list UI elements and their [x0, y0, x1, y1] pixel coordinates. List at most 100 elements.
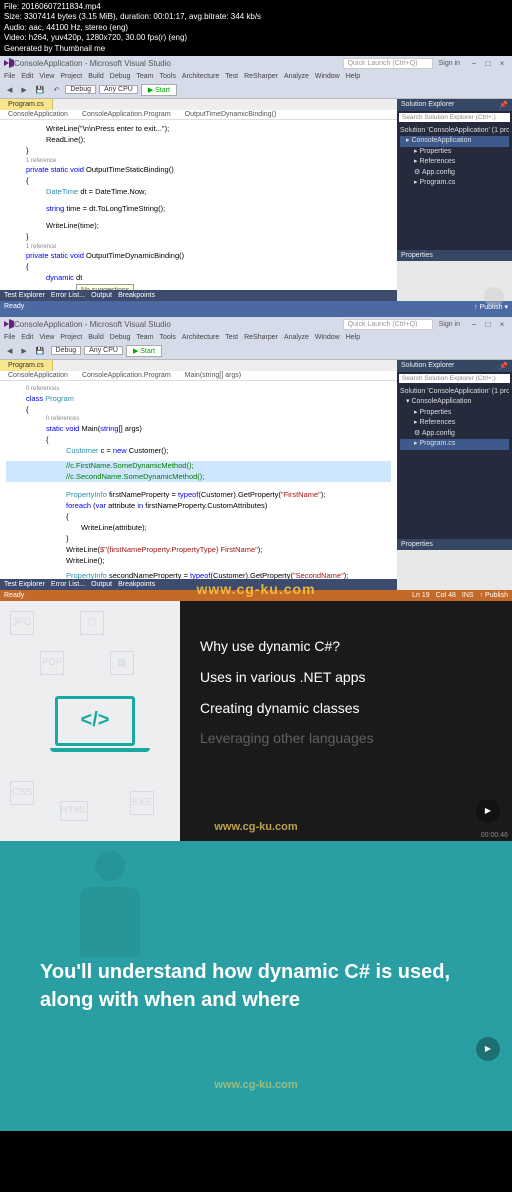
- tab-error-list[interactable]: Error List...: [51, 581, 85, 588]
- tab-breakpoints[interactable]: Breakpoints: [118, 292, 155, 299]
- menu-test[interactable]: Test: [225, 73, 238, 80]
- forward-icon[interactable]: ▶: [18, 346, 29, 356]
- config-dropdown[interactable]: Debug: [65, 85, 96, 94]
- tab-program-cs[interactable]: Program.cs: [0, 99, 53, 110]
- highlighted-line-1: //c.FirstName.SomeDynamicMethod();: [6, 461, 391, 472]
- menu-tools[interactable]: Tools: [160, 334, 176, 341]
- bc-project-2[interactable]: ConsoleApplication: [4, 372, 72, 379]
- se-properties[interactable]: ▸ Properties: [400, 147, 509, 158]
- save-icon[interactable]: 💾: [33, 346, 48, 356]
- forward-icon[interactable]: ▶: [18, 85, 29, 95]
- status-ins: INS: [462, 592, 474, 599]
- close-button-2[interactable]: ×: [496, 319, 508, 329]
- menu-analyze[interactable]: Analyze: [284, 334, 309, 341]
- titlebar-2: ConsoleApplication - Microsoft Visual St…: [0, 317, 512, 332]
- quick-launch-input-2[interactable]: Quick Launch (Ctrl+Q): [343, 319, 433, 330]
- status-ready: Ready: [4, 303, 24, 311]
- menu-view[interactable]: View: [39, 73, 54, 80]
- minimize-button[interactable]: −: [468, 58, 480, 68]
- se-program-cs[interactable]: ▸ Program.cs: [400, 178, 509, 189]
- meta-generator: Generated by Thumbnail me: [4, 44, 508, 54]
- save-icon[interactable]: 💾: [33, 85, 48, 95]
- code-editor[interactable]: WriteLine("\n\nPress enter to exit...");…: [0, 120, 397, 290]
- back-icon[interactable]: ◀: [4, 346, 15, 356]
- tab-error-list[interactable]: Error List...: [51, 292, 85, 299]
- menu-help[interactable]: Help: [346, 73, 360, 80]
- se-project[interactable]: ▸ ConsoleApplication: [400, 136, 509, 147]
- maximize-button[interactable]: □: [482, 58, 494, 68]
- tab-breakpoints[interactable]: Breakpoints: [118, 581, 155, 588]
- se-app-config[interactable]: ⚙ App.config: [400, 429, 509, 440]
- bullet-4: Leveraging other languages: [200, 723, 492, 754]
- platform-dropdown[interactable]: Any CPU: [99, 85, 138, 94]
- menu-resharper[interactable]: ReSharper: [244, 73, 278, 80]
- menu-test[interactable]: Test: [225, 334, 238, 341]
- se-solution[interactable]: Solution 'ConsoleApplication' (1 project…: [400, 126, 509, 137]
- tab-test-explorer[interactable]: Test Explorer: [4, 581, 45, 588]
- se-solution[interactable]: Solution 'ConsoleApplication' (1 project…: [400, 387, 509, 398]
- menu-window[interactable]: Window: [315, 73, 340, 80]
- menu-debug[interactable]: Debug: [110, 334, 131, 341]
- se-search-input[interactable]: Search Solution Explorer (Ctrl+;): [399, 113, 510, 122]
- menu-edit[interactable]: Edit: [21, 334, 33, 341]
- menu-architecture[interactable]: Architecture: [182, 334, 219, 341]
- se-project[interactable]: ▾ ConsoleApplication: [400, 397, 509, 408]
- se-properties[interactable]: ▸ Properties: [400, 408, 509, 419]
- code-editor-2[interactable]: 0 references class Program { 0 reference…: [0, 381, 397, 579]
- se-pin-icon[interactable]: 📌: [499, 101, 508, 109]
- code-breadcrumb-2: ConsoleApplication ConsoleApplication.Pr…: [0, 371, 397, 381]
- menu-team[interactable]: Team: [136, 334, 153, 341]
- tab-output[interactable]: Output: [91, 292, 112, 299]
- bc-method[interactable]: OutputTimeDynamicBinding(): [181, 111, 281, 118]
- menu-team[interactable]: Team: [136, 73, 153, 80]
- bc-project[interactable]: ConsoleApplication: [4, 111, 72, 118]
- menu-project[interactable]: Project: [60, 73, 82, 80]
- menu-edit[interactable]: Edit: [21, 73, 33, 80]
- menu-project[interactable]: Project: [60, 334, 82, 341]
- publish-button-2[interactable]: ↑ Publish: [480, 592, 508, 599]
- se-references[interactable]: ▸ References: [400, 157, 509, 168]
- menu-file[interactable]: File: [4, 73, 15, 80]
- tab-output[interactable]: Output: [91, 581, 112, 588]
- menu-tools[interactable]: Tools: [160, 73, 176, 80]
- se-app-config[interactable]: ⚙ App.config: [400, 168, 509, 179]
- menu-view[interactable]: View: [39, 334, 54, 341]
- se-references[interactable]: ▸ References: [400, 418, 509, 429]
- back-icon[interactable]: ◀: [4, 85, 15, 95]
- bc-class[interactable]: ConsoleApplication.Program: [78, 111, 175, 118]
- minimize-button-2[interactable]: −: [468, 319, 480, 329]
- menu-file[interactable]: File: [4, 334, 15, 341]
- start-button[interactable]: ▶ Start: [126, 345, 162, 357]
- summary-text: You'll understand how dynamic C# is used…: [40, 958, 472, 1014]
- undo-icon[interactable]: ↶: [51, 85, 63, 95]
- maximize-button-2[interactable]: □: [482, 319, 494, 329]
- menu-analyze[interactable]: Analyze: [284, 73, 309, 80]
- quick-launch-input[interactable]: Quick Launch (Ctrl+Q): [343, 58, 433, 69]
- slide-bullets: Why use dynamic C#? Uses in various .NET…: [180, 601, 512, 841]
- menu-architecture[interactable]: Architecture: [182, 73, 219, 80]
- config-dropdown[interactable]: Debug: [51, 346, 82, 355]
- se-program-cs[interactable]: ▸ Program.cs: [400, 439, 509, 450]
- menu-window[interactable]: Window: [315, 334, 340, 341]
- vs-ide-panel-1: ConsoleApplication - Microsoft Visual St…: [0, 56, 512, 313]
- bc-class-2[interactable]: ConsoleApplication.Program: [78, 372, 175, 379]
- signin-link[interactable]: Sign in: [439, 60, 460, 67]
- menu-resharper[interactable]: ReSharper: [244, 334, 278, 341]
- menu-help[interactable]: Help: [346, 334, 360, 341]
- tab-test-explorer[interactable]: Test Explorer: [4, 292, 45, 299]
- platform-dropdown[interactable]: Any CPU: [84, 346, 123, 355]
- bullet-3: Creating dynamic classes: [200, 693, 492, 724]
- play-badge-icon: ▶: [476, 799, 500, 823]
- se-pin-icon[interactable]: 📌: [499, 362, 508, 370]
- bc-method-2[interactable]: Main(string[] args): [181, 372, 245, 379]
- signin-link-2[interactable]: Sign in: [439, 321, 460, 328]
- tab-program-cs-2[interactable]: Program.cs: [0, 360, 53, 371]
- menu-build[interactable]: Build: [88, 334, 104, 341]
- start-button[interactable]: ▶ Start: [141, 84, 177, 96]
- close-button[interactable]: ×: [496, 58, 508, 68]
- timecode-text: 00:00:46: [481, 832, 508, 839]
- solution-explorer-2: Solution Explorer📌 Search Solution Explo…: [397, 360, 512, 590]
- se-search-input-2[interactable]: Search Solution Explorer (Ctrl+;): [399, 374, 510, 383]
- menu-build[interactable]: Build: [88, 73, 104, 80]
- menu-debug[interactable]: Debug: [110, 73, 131, 80]
